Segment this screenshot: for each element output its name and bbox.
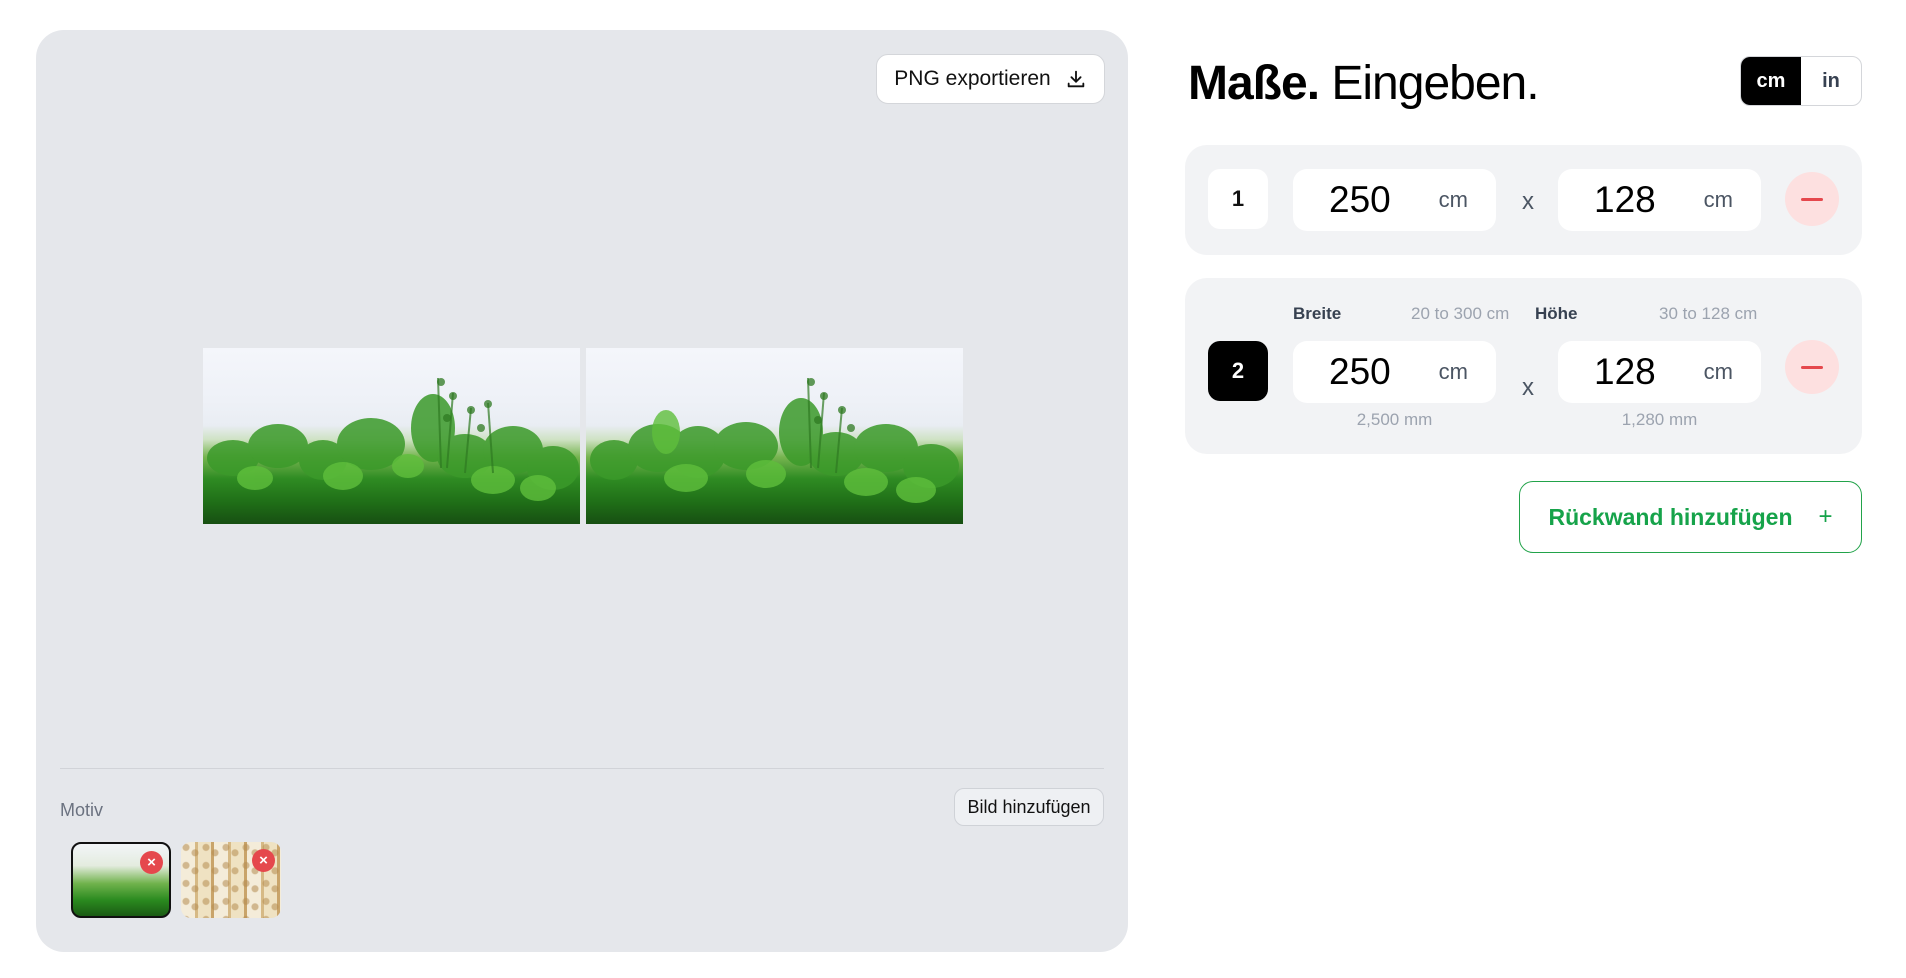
page-title: Maße. Eingeben. (1188, 56, 1540, 111)
motiv-label: Motiv (60, 800, 104, 820)
dimension-row-1: 1 250 cm x 128 cm (1185, 145, 1862, 255)
wall-preview-canvas (203, 348, 963, 524)
width-label: Breite (1293, 304, 1342, 323)
remove-row-button[interactable] (1785, 340, 1839, 394)
download-icon (1067, 70, 1084, 88)
add-image-button[interactable]: Bild hinzufügen (954, 788, 1104, 826)
wall-panel-2 (586, 348, 963, 524)
minus-icon (1801, 365, 1823, 369)
times-symbol: x (1522, 188, 1534, 215)
unit-cm-option[interactable]: cm (1741, 57, 1801, 105)
add-wall-label: Rückwand hinzufügen (1548, 503, 1793, 530)
png-export-label: PNG exportieren (894, 67, 1051, 90)
height-mm-hint: 1,280 mm (1621, 410, 1698, 429)
height-label: Höhe (1535, 304, 1578, 323)
minus-icon (1801, 197, 1823, 201)
height-range: 30 to 128 cm (1659, 304, 1758, 323)
width-unit: cm (1438, 359, 1468, 384)
row-number-button[interactable]: 1 (1208, 169, 1268, 229)
plus-icon: + (1818, 503, 1833, 530)
unit-toggle: cm in (1740, 56, 1862, 106)
add-wall-button[interactable]: Rückwand hinzufügen + (1519, 481, 1862, 553)
herbs-image (207, 377, 579, 501)
page-title-bold: Maße. (1188, 57, 1320, 110)
herbs-thumbnail[interactable]: × (71, 842, 171, 918)
height-input[interactable]: 128 cm (1558, 169, 1761, 231)
times-symbol: x (1522, 374, 1534, 401)
wall-panel-1 (203, 348, 580, 524)
height-value: 128 (1594, 351, 1656, 392)
panel-divider (60, 768, 1104, 769)
preview-panel: PNG exportieren Motiv Bild hinzufügen × … (36, 30, 1128, 952)
dimension-row-2: Breite 20 to 300 cm Höhe 30 to 128 cm 2 … (1185, 278, 1862, 454)
width-mm-hint: 2,500 mm (1356, 410, 1433, 429)
remove-row-button[interactable] (1785, 172, 1839, 226)
height-value: 128 (1594, 179, 1656, 220)
height-unit: cm (1703, 187, 1733, 212)
width-value: 250 (1329, 351, 1391, 392)
height-unit: cm (1703, 359, 1733, 384)
width-value: 250 (1329, 179, 1391, 220)
width-input[interactable]: 250 cm (1293, 341, 1496, 403)
remove-thumbnail-icon[interactable]: × (140, 851, 163, 874)
remove-thumbnail-icon[interactable]: × (252, 849, 275, 872)
height-input[interactable]: 128 cm (1558, 341, 1761, 403)
png-export-button[interactable]: PNG exportieren (876, 54, 1105, 104)
ornament-thumbnail[interactable]: × (181, 842, 281, 918)
herbs-image-mirrored (590, 377, 959, 503)
width-input[interactable]: 250 cm (1293, 169, 1496, 231)
page-title-light: Eingeben. (1331, 57, 1539, 110)
width-unit: cm (1438, 187, 1468, 212)
row-number-button[interactable]: 2 (1208, 341, 1268, 401)
width-range: 20 to 300 cm (1411, 304, 1510, 323)
unit-in-option[interactable]: in (1801, 57, 1861, 105)
